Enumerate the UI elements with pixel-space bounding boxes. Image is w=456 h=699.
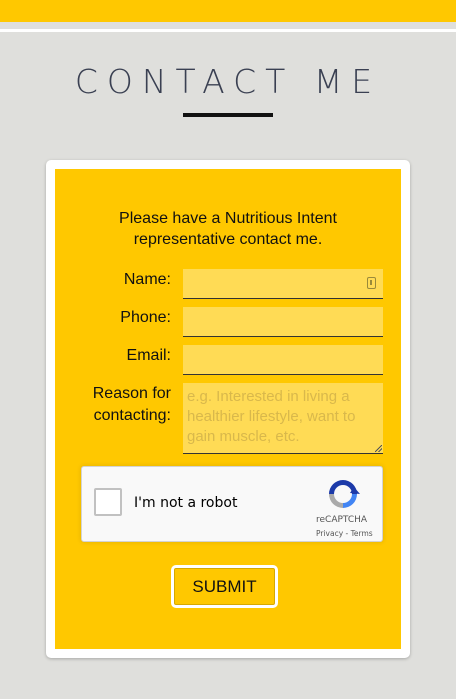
submit-button[interactable]: SUBMIT xyxy=(171,565,278,608)
recaptcha-logo-icon xyxy=(329,480,360,508)
reason-label: Reason for contacting: xyxy=(70,384,171,426)
recaptcha-checkbox[interactable] xyxy=(94,488,122,516)
reason-textarea[interactable]: e.g. Interested in living a healthier li… xyxy=(183,383,383,454)
intro-text: Please have a Nutritious Intent represen… xyxy=(119,210,337,248)
recaptcha-label: I'm not a robot xyxy=(134,495,238,511)
reason-label-line1: Reason for xyxy=(92,385,171,402)
email-field[interactable] xyxy=(183,345,383,375)
page-title: CONTACT ME xyxy=(74,62,382,101)
email-label: Email: xyxy=(126,347,171,364)
title-underline xyxy=(183,113,273,117)
name-label: Name: xyxy=(123,271,171,288)
recaptcha-links[interactable]: Privacy - Terms xyxy=(316,529,386,538)
phone-label: Phone: xyxy=(120,309,171,326)
contact-card-icon[interactable] xyxy=(367,277,376,289)
phone-field[interactable] xyxy=(183,307,383,337)
reason-label-line2: contacting: xyxy=(93,407,171,424)
recaptcha-widget: I'm not a robot reCAPTCHA Privacy - Term… xyxy=(81,466,383,542)
top-divider xyxy=(0,29,456,32)
form-intro: Please have a Nutritious Intent represen… xyxy=(0,208,456,250)
recaptcha-brand: reCAPTCHA xyxy=(316,515,368,525)
name-field[interactable] xyxy=(183,269,383,299)
reason-placeholder: e.g. Interested in living a healthier li… xyxy=(187,388,356,445)
top-accent-bar xyxy=(0,0,456,22)
resize-handle[interactable] xyxy=(375,445,382,452)
